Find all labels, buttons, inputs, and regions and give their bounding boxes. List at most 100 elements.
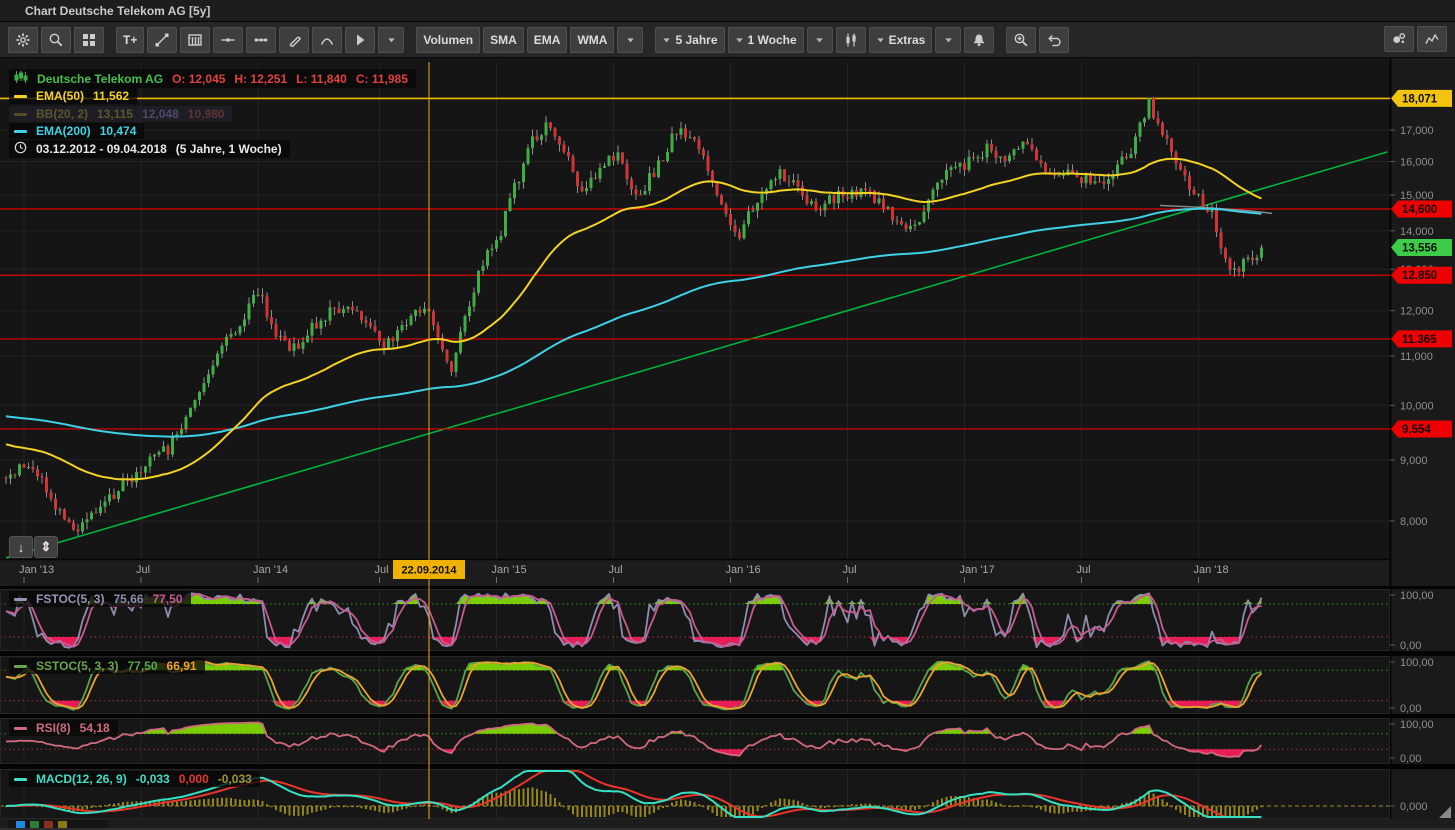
fibonacci-icon [187,32,203,48]
legend-ema50-value: 11,562 [93,89,129,103]
fstoc-panel [0,589,1390,651]
more-drawings-button[interactable] [378,27,404,53]
extras-more-button[interactable] [935,27,961,53]
legend-ema50-row[interactable]: EMA(50) 11,562 [9,88,137,104]
extras-button-label: Extras [889,33,926,47]
zoom-in-button[interactable] [1006,27,1036,53]
chevron-down-icon [387,36,396,44]
legend-instrument-row[interactable]: Deutsche Telekom AG O: 12,045 H: 12,251 … [9,69,416,88]
fstoc-swatch-icon [14,598,27,601]
sstoc-value: 66,91 [167,659,197,673]
panel-axis-label: 100,00 [1400,657,1434,669]
arc-button[interactable] [312,27,342,53]
cursor-button[interactable] [345,27,375,53]
chevron-down-icon [815,36,824,44]
legend-instrument: Deutsche Telekom AG [37,72,163,86]
sstoc-label: SSTOC(5, 3, 3) [36,659,118,673]
fstoc-label-row[interactable]: FSTOC(5, 3)75,6677,50 [9,591,191,607]
undo-icon [1046,32,1062,48]
rsi-label-row[interactable]: RSI(8)54,18 [9,720,118,736]
legend-ema50-name: EMA(50) [36,89,84,103]
legend-range-meta: (5 Jahre, 1 Woche) [176,142,282,156]
volume-button-label: Volumen [423,33,473,47]
trend-line-icon [154,32,170,48]
trendline-button[interactable] [147,27,177,53]
horizontal-line-icon [220,32,236,48]
legend-ema200-row[interactable]: EMA(200) 10,474 [9,123,144,139]
ema50-swatch-icon [14,95,27,98]
undo-button[interactable] [1039,27,1069,53]
interval-more-button[interactable] [807,27,833,53]
legend-close: C: 11,985 [356,72,408,86]
horizontal-ray-button[interactable] [246,27,276,53]
svg-text:12,850: 12,850 [1402,270,1437,282]
toolbar-group: T+ [116,27,407,53]
panel-color-swatch [16,821,25,828]
rsi-label: RSI(8) [36,721,71,735]
level-line-tag[interactable]: 11,365 [1391,330,1452,347]
toolbar-right-group [1384,26,1450,52]
price-axis-label: 16,000 [1400,157,1434,169]
compare-button[interactable] [1384,26,1414,52]
clock-icon [14,141,27,157]
time-axis-label: Jan '15 [492,564,527,576]
period-button[interactable]: 5 Jahre [655,27,724,53]
settings-button[interactable] [8,27,38,53]
text-tool-button[interactable]: T+ [116,27,144,53]
time-axis-label: Jul [375,564,389,576]
sma-button-label: SMA [490,33,517,47]
panel-color-swatch [30,821,39,828]
search-button[interactable] [41,27,71,53]
eraser-button[interactable] [279,27,309,53]
macd-label-row[interactable]: MACD(12, 26, 9)-0,0330,000-0,033 [9,771,260,787]
bb-swatch-icon [14,113,27,116]
panel-axis-label: 0,00 [1400,703,1421,715]
sstoc-panel [0,656,1390,714]
price-axis-label: 10,000 [1400,400,1434,412]
level-line-tag[interactable]: 12,850 [1391,267,1452,284]
layout-button[interactable] [74,27,104,53]
legend-bb-upper: 13,115 [97,107,133,121]
legend-bb-lower: 10,980 [188,107,225,121]
chart-style-button[interactable] [1417,26,1447,52]
extras-button[interactable]: Extras [869,27,933,53]
horizontal-line-button[interactable] [213,27,243,53]
time-axis-label: Jul [843,564,857,576]
grid-view-icon [81,32,97,48]
legend-bb-row[interactable]: BB(20, 2) 13,115 12,048 10,980 [9,106,232,122]
ema-button[interactable]: EMA [527,27,568,53]
collapse-chart-button[interactable]: ↓ [9,536,33,558]
wma-button-label: WMA [577,33,607,47]
sma-button[interactable]: SMA [483,27,524,53]
time-axis-label: Jul [136,564,150,576]
chart-type-button[interactable] [836,27,866,53]
volume-button[interactable]: Volumen [416,27,480,53]
expand-panels-button[interactable]: ⇕ [34,536,58,558]
bell-icon [971,32,987,48]
wma-button[interactable]: WMA [570,27,614,53]
zoom-in-icon [1013,32,1029,48]
more-indicators-button[interactable] [617,27,643,53]
alerts-button[interactable] [964,27,994,53]
sstoc-label-row[interactable]: SSTOC(5, 3, 3)77,5066,91 [9,658,205,674]
period-button-label: 5 Jahre [675,33,717,47]
candlestick-legend-icon [14,70,28,87]
interval-button[interactable]: 1 Woche [728,27,804,53]
price-axis-label: 8,000 [1400,516,1428,528]
fibonacci-button[interactable] [180,27,210,53]
chevron-down-icon [662,36,671,44]
chevron-down-icon [876,36,885,44]
last-price-tag[interactable]: 13,556 [1391,239,1452,256]
fstoc-value: 77,50 [153,592,183,606]
panel-color-swatch [58,821,67,828]
alert-line-tag[interactable]: 18,071 [1391,90,1452,107]
chart-window: Chart Deutsche Telekom AG [5y] T+Volumen… [0,0,1455,830]
level-line-tag[interactable]: 14,600 [1391,201,1452,218]
level-line-tag[interactable]: 9,554 [1391,420,1452,437]
panel-axis-label: 0,000 [1400,801,1428,813]
svg-text:13,556: 13,556 [1402,242,1437,254]
chart-line-icon [1424,31,1440,47]
toolbar-group: 5 Jahre 1 Woche Extras [655,27,997,53]
time-axis-label: Jan '18 [1194,564,1229,576]
legend-date-range: 03.12.2012 - 09.04.2018 [36,142,167,156]
